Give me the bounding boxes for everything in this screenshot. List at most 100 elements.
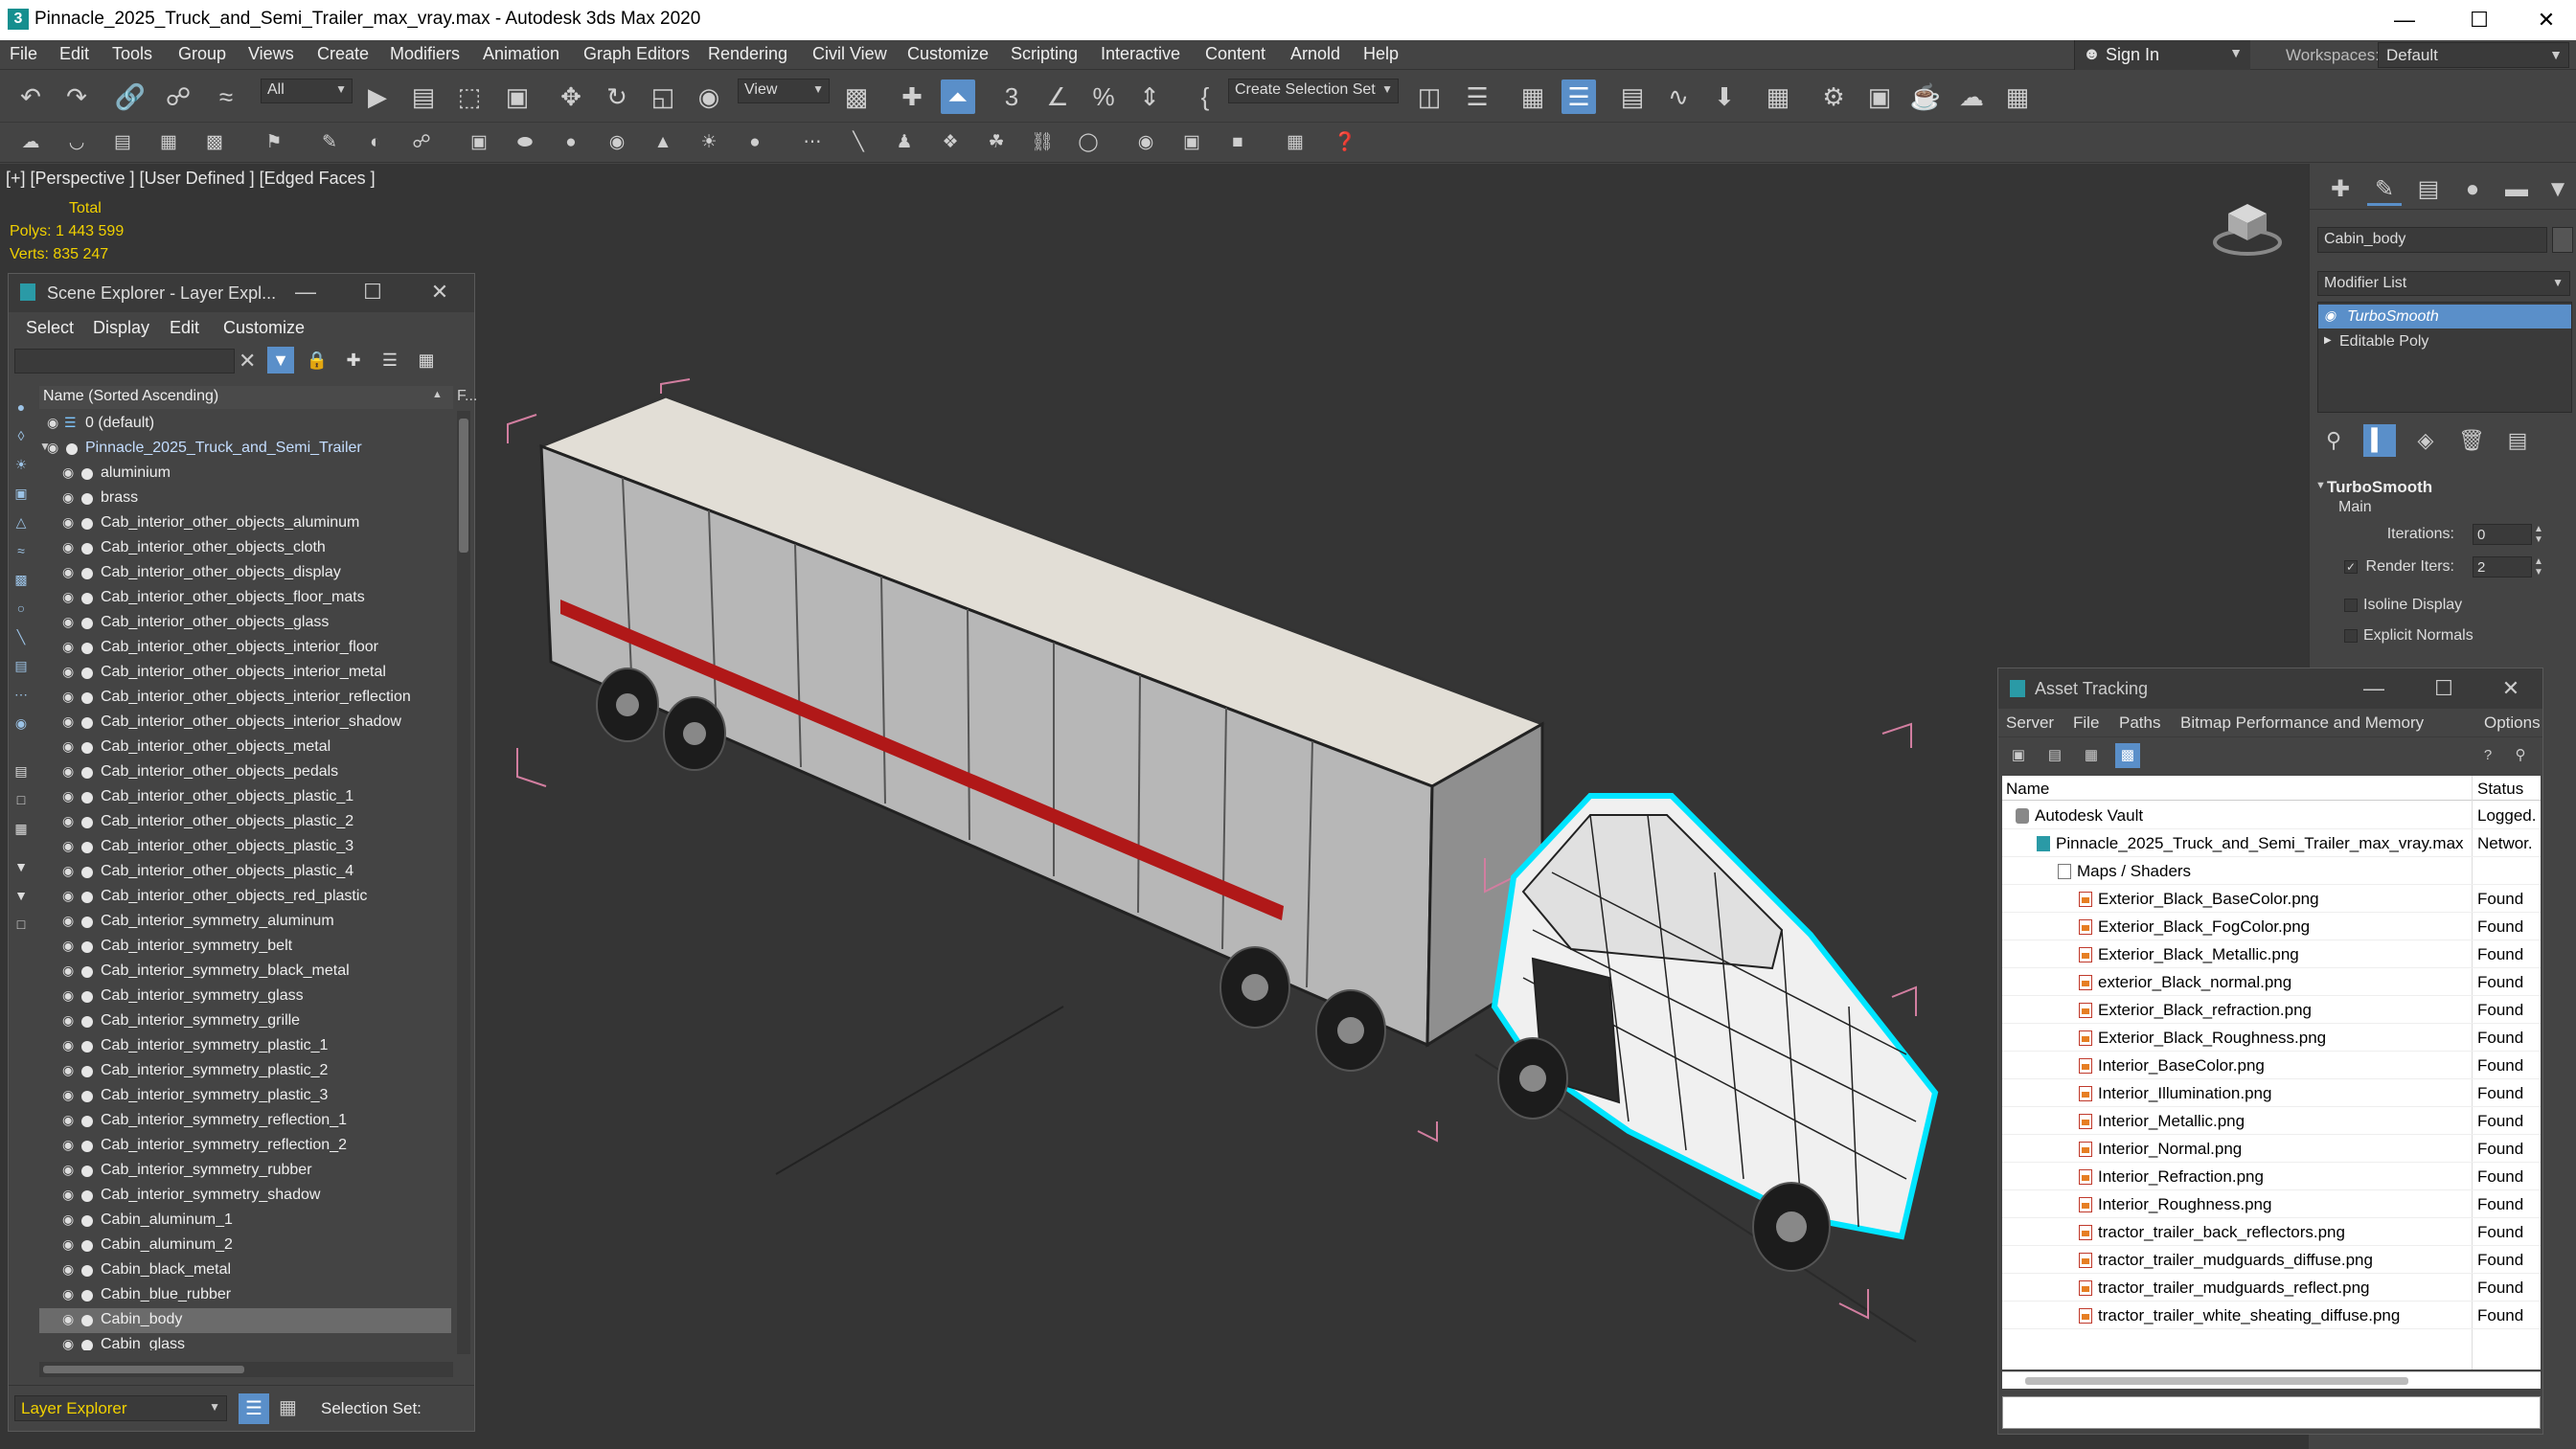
scene-tree-item[interactable]: ◉ Cab_interior_other_objects_interior_met… (39, 661, 451, 686)
column-status-header[interactable]: Status (2477, 780, 2523, 799)
filter-cameras-icon[interactable]: ▣ (12, 485, 30, 502)
modifier-list-dropdown[interactable]: Modifier List ▼ (2317, 271, 2570, 296)
scene-tree-item[interactable]: ◉ Cab_interior_other_objects_plastic_1 (39, 785, 451, 810)
scene-tree-item[interactable]: ◉ Cabin_body (39, 1308, 451, 1333)
menu-help[interactable]: Help (1363, 44, 1399, 64)
create-layer-icon[interactable]: ✚ (340, 347, 367, 374)
maximize-button[interactable]: ☐ (2451, 4, 2508, 36)
angle-snap-icon[interactable]: ∠ (1040, 79, 1075, 114)
biped-icon[interactable]: ♟ (891, 129, 918, 156)
visibility-eye-icon[interactable]: ◉ (62, 1236, 74, 1253)
scene-tree-item[interactable]: ◉ Cab_interior_other_objects_interior_flo… (39, 636, 451, 661)
se-menu-customize[interactable]: Customize (223, 318, 305, 338)
scrollbar-thumb[interactable] (43, 1366, 244, 1373)
scene-explorer-search-input[interactable] (14, 349, 235, 374)
scene-tree-item[interactable]: ◉ Cab_interior_other_objects_display (39, 561, 451, 586)
asset-row[interactable]: Autodesk Vault Logged. (2002, 802, 2541, 829)
a360-gallery-icon[interactable]: ▦ (2000, 79, 2035, 114)
asset-row[interactable]: Exterior_Black_refraction.png Found (2002, 996, 2541, 1024)
visibility-eye-icon[interactable]: ◉ (62, 1187, 74, 1203)
scene-states-icon[interactable]: ☁ (17, 129, 44, 156)
visibility-eye-icon[interactable]: ◉ (62, 589, 74, 605)
display-invert-icon[interactable]: ▦ (12, 820, 30, 837)
scale-icon[interactable]: ◱ (646, 79, 680, 114)
visibility-eye-icon[interactable]: ◉ (62, 1286, 74, 1302)
asset-row[interactable]: Interior_Metallic.png Found (2002, 1107, 2541, 1135)
move-icon[interactable]: ✥ (554, 79, 588, 114)
se-menu-select[interactable]: Select (26, 318, 74, 338)
curve-editor-icon[interactable]: ∿ (1661, 79, 1696, 114)
scene-explorer-column-header[interactable]: Name (Sorted Ascending) ▲ F... (39, 386, 477, 409)
snaps-toggle-icon[interactable]: 3 (994, 79, 1029, 114)
visibility-eye-icon[interactable]: ◉ (47, 440, 58, 456)
percent-snap-icon[interactable]: % (1086, 79, 1121, 114)
menu-content[interactable]: Content (1205, 44, 1265, 64)
filter-particles-icon[interactable]: ⋯ (12, 686, 30, 703)
scene-tree-item[interactable]: ◉ Cab_interior_symmetry_reflection_2 (39, 1134, 451, 1159)
clear-search-icon[interactable]: ✕ (239, 349, 256, 374)
se-menu-edit[interactable]: Edit (170, 318, 199, 338)
visibility-eye-icon[interactable]: ◉ (62, 863, 74, 879)
visibility-eye-icon[interactable]: ◉ (62, 987, 74, 1004)
display-none-icon[interactable]: □ (12, 791, 30, 808)
select-manipulate-icon[interactable]: ✚ (895, 79, 929, 114)
filter-selected-icon[interactable]: ▼ (12, 887, 30, 904)
display-all-icon[interactable]: ▤ (12, 762, 30, 780)
pin-icon[interactable]: ☍ (408, 129, 435, 156)
menu-scripting[interactable]: Scripting (1011, 44, 1078, 64)
scene-tree-item[interactable]: ◉ Cab_interior_symmetry_belt (39, 935, 451, 960)
visibility-eye-icon[interactable]: ◉ (62, 763, 74, 780)
toggle-ribbon-icon[interactable]: ▤ (1615, 79, 1650, 114)
minimize-button[interactable]: — (2376, 4, 2433, 36)
expand-arrow-icon[interactable]: ▶ (2324, 335, 2332, 346)
pin-icon[interactable]: ⚲ (2508, 743, 2533, 768)
modifier-stack-item[interactable]: ◉ TurboSmooth (2318, 305, 2571, 328)
scene-tree-item[interactable]: ◉ Cab_interior_symmetry_plastic_3 (39, 1084, 451, 1109)
visibility-eye-icon[interactable]: ◉ (62, 1012, 74, 1029)
helper-icon[interactable]: ❖ (937, 129, 964, 156)
place-icon[interactable]: ◉ (692, 79, 726, 114)
utilities-tab-icon[interactable]: ▼ (2543, 173, 2572, 206)
rendered-frame-window-icon[interactable]: ▣ (1862, 79, 1897, 114)
filter-geometry-icon[interactable]: ● (12, 398, 30, 416)
menu-group[interactable]: Group (178, 44, 226, 64)
menu-customize[interactable]: Customize (907, 44, 989, 64)
asset-row[interactable]: Pinnacle_2025_Truck_and_Semi_Trailer_max… (2002, 829, 2541, 857)
scene-tree-item[interactable]: ◉ Cabin_glass (39, 1333, 451, 1350)
asset-row[interactable]: tractor_trailer_mudguards_reflect.png Fou… (2002, 1274, 2541, 1302)
minimize-button[interactable]: — (2355, 676, 2393, 701)
undo-icon[interactable]: ↶ (13, 79, 48, 114)
scene-tree-item[interactable]: ◉ Cab_interior_symmetry_aluminum (39, 910, 451, 935)
asset-row[interactable]: Interior_Roughness.png Found (2002, 1190, 2541, 1218)
scrollbar-thumb[interactable] (2025, 1377, 2408, 1385)
vfb-icon[interactable]: ▣ (1178, 129, 1205, 156)
filter-groups-icon[interactable]: ▩ (12, 571, 30, 588)
scrollbar-thumb[interactable] (459, 419, 468, 553)
scene-tree-item[interactable]: ◉ Cab_interior_other_objects_glass (39, 611, 451, 636)
bind-space-warp-icon[interactable]: ≈ (209, 79, 243, 114)
filter-xrefs-icon[interactable]: ○ (12, 600, 30, 617)
visibility-eye-icon[interactable]: ◉ (62, 1087, 74, 1103)
visibility-eye-icon[interactable]: ◉ (62, 1062, 74, 1078)
asset-row[interactable]: tractor_trailer_mudguards_diffuse.png Fou… (2002, 1246, 2541, 1274)
scene-tree-item[interactable]: ◉ Cab_interior_symmetry_plastic_1 (39, 1034, 451, 1059)
column-name-header[interactable]: Name (Sorted Ascending) (43, 388, 218, 405)
visibility-eye-icon[interactable]: ◉ (62, 464, 74, 481)
filter-icon[interactable]: ▼ (267, 347, 294, 374)
material-editor-icon[interactable]: ▦ (1761, 79, 1795, 114)
pin-stack-icon[interactable]: ⚲ (2317, 424, 2350, 457)
keyboard-shortcut-override-icon[interactable]: ⏶ (941, 79, 975, 114)
scene-tree-item[interactable]: ◉ Cabin_blue_rubber (39, 1283, 451, 1308)
make-unique-icon[interactable]: ◈ (2409, 424, 2442, 457)
asset-row[interactable]: exterior_Black_normal.png Found (2002, 968, 2541, 996)
cone-icon[interactable]: ▲ (650, 129, 676, 156)
menu-modifiers[interactable]: Modifiers (390, 44, 460, 64)
materials-icon[interactable]: ◯ (1075, 129, 1102, 156)
scene-tree-item[interactable]: ◉ aluminium (39, 462, 451, 487)
scene-tree-item[interactable]: ◉ brass (39, 487, 451, 511)
rectangular-selection-icon[interactable]: ⬚ (452, 79, 487, 114)
scene-tree-item[interactable]: ◉ Cab_interior_symmetry_reflection_1 (39, 1109, 451, 1134)
se-menu-display[interactable]: Display (93, 318, 149, 338)
unwrap-icon[interactable]: ◐ (362, 129, 389, 156)
folder-icon[interactable]: □ (12, 916, 30, 933)
